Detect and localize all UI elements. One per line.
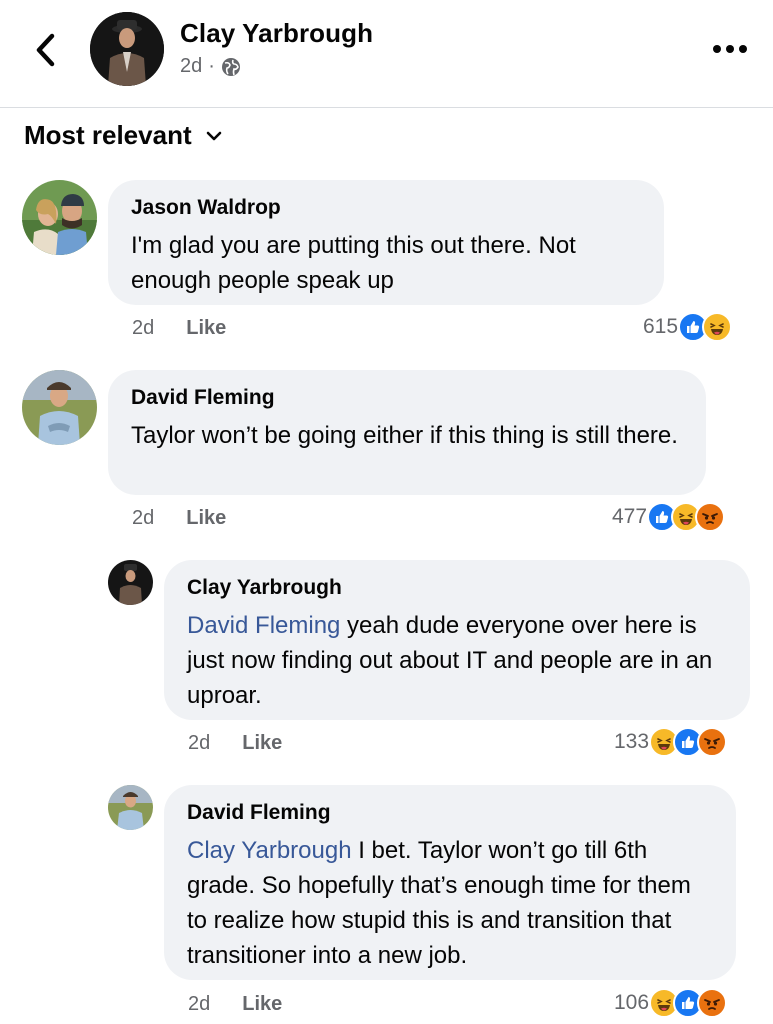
more-horizontal-icon	[713, 45, 747, 53]
comment-text: Taylor won’t be going either if this thi…	[131, 422, 678, 449]
like-button[interactable]: Like	[242, 732, 282, 755]
haha-reaction-icon	[702, 312, 733, 342]
sort-dropdown[interactable]: Most relevant	[24, 120, 222, 151]
post-meta: 2d ·	[180, 55, 241, 78]
meta-separator: ·	[208, 55, 215, 77]
post-time[interactable]: 2d	[180, 55, 202, 78]
reaction-count: 615	[643, 315, 679, 338]
author-avatar[interactable]	[90, 12, 164, 86]
comment-author[interactable]: David Fleming	[187, 801, 712, 825]
reaction-count: 106	[614, 991, 650, 1014]
comment-text: I'm glad you are putting this out there.…	[131, 232, 576, 294]
comment-time[interactable]: 2d	[188, 732, 210, 755]
commenter-avatar[interactable]	[108, 560, 153, 605]
comment-bubble[interactable]: Clay Yarbrough David Fleming yeah dude e…	[164, 560, 750, 720]
reaction-count: 133	[614, 730, 650, 753]
comment-time[interactable]: 2d	[132, 317, 154, 340]
reaction-summary[interactable]: 133	[614, 727, 728, 757]
comment-time[interactable]: 2d	[132, 507, 154, 530]
angry-reaction-icon	[695, 502, 726, 532]
post-header: Clay Yarbrough 2d ·	[0, 0, 773, 108]
back-button[interactable]	[28, 30, 62, 70]
comment-time[interactable]: 2d	[188, 993, 210, 1016]
angry-reaction-icon	[697, 988, 728, 1018]
like-button[interactable]: Like	[186, 317, 226, 340]
comment-actions: 2d Like	[132, 507, 226, 530]
more-options-button[interactable]	[708, 36, 752, 62]
comment-actions: 2d Like	[132, 317, 226, 340]
author-name[interactable]: Clay Yarbrough	[180, 18, 373, 49]
comment-bubble[interactable]: David Fleming Clay Yarbrough I bet. Tayl…	[164, 785, 736, 980]
reaction-count: 477	[612, 505, 648, 528]
angry-reaction-icon	[697, 727, 728, 757]
commenter-avatar[interactable]	[108, 785, 153, 830]
comment-actions: 2d Like	[188, 993, 282, 1016]
reaction-summary[interactable]: 615	[643, 312, 733, 342]
globe-icon	[221, 57, 240, 76]
comment-actions: 2d Like	[188, 732, 282, 755]
like-button[interactable]: Like	[242, 993, 282, 1016]
chevron-down-icon	[206, 131, 221, 140]
like-button[interactable]: Like	[186, 507, 226, 530]
comment-text: Clay Yarbrough I bet. Taylor won’t go ti…	[187, 833, 712, 973]
reaction-summary[interactable]: 106	[614, 988, 728, 1018]
mention-link[interactable]: David Fleming	[187, 612, 340, 639]
reaction-summary[interactable]: 477	[612, 502, 726, 532]
comment-text: David Fleming yeah dude everyone over he…	[187, 608, 726, 713]
comment-author[interactable]: Jason Waldrop	[131, 196, 640, 220]
comment-bubble[interactable]: David Fleming Taylor won’t be going eith…	[108, 370, 706, 495]
mention-link[interactable]: Clay Yarbrough	[187, 837, 352, 864]
chevron-left-icon	[36, 33, 55, 67]
comment-bubble[interactable]: Jason Waldrop I'm glad you are putting t…	[108, 180, 664, 305]
commenter-avatar[interactable]	[22, 180, 97, 255]
sort-label: Most relevant	[24, 120, 192, 150]
comment-author[interactable]: David Fleming	[131, 386, 682, 410]
commenter-avatar[interactable]	[22, 370, 97, 445]
comment-author[interactable]: Clay Yarbrough	[187, 576, 726, 600]
